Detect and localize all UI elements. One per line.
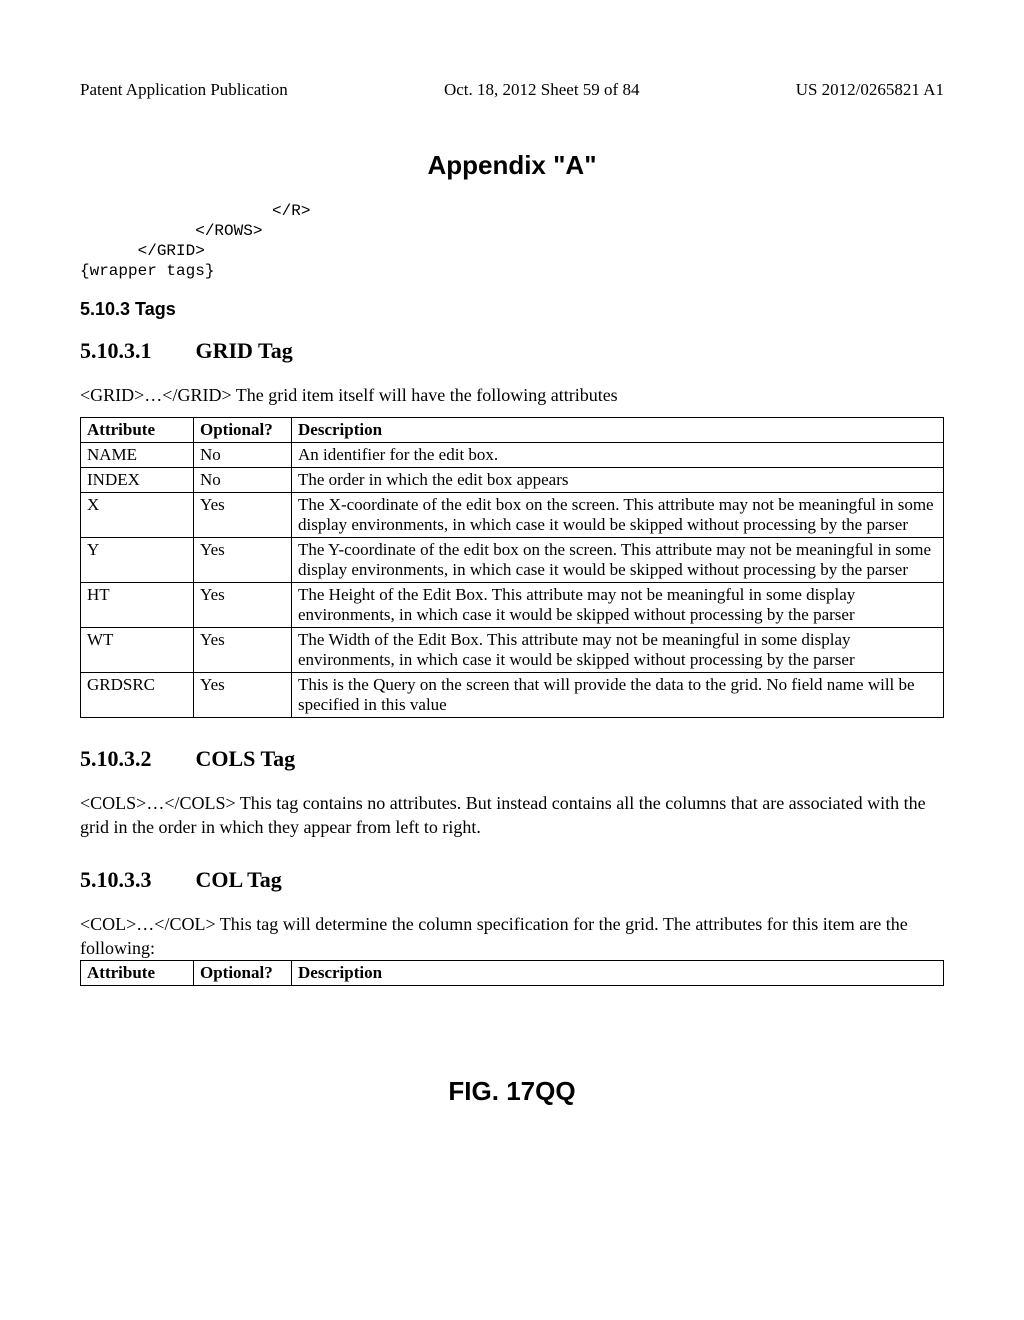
section-5-10-3-tags: 5.10.3 Tags — [80, 299, 944, 320]
cols-tag-paragraph: <COLS>…</COLS> This tag contains no attr… — [80, 792, 944, 839]
page-container: Patent Application Publication Oct. 18, … — [0, 0, 1024, 1147]
cell-attr: X — [81, 493, 194, 538]
section-title: GRID Tag — [196, 338, 293, 363]
cell-attr: NAME — [81, 443, 194, 468]
grid-tag-paragraph: <GRID>…</GRID> The grid item itself will… — [80, 384, 944, 407]
col-header-attribute: Attribute — [81, 960, 194, 985]
col-header-optional: Optional? — [194, 960, 292, 985]
cell-attr: WT — [81, 628, 194, 673]
cell-opt: Yes — [194, 673, 292, 718]
table-row: NAME No An identifier for the edit box. — [81, 443, 944, 468]
cell-desc: The Y-coordinate of the edit box on the … — [292, 538, 944, 583]
cell-opt: Yes — [194, 628, 292, 673]
table-row: INDEX No The order in which the edit box… — [81, 468, 944, 493]
cell-desc: The Width of the Edit Box. This attribut… — [292, 628, 944, 673]
col-attributes-table: Attribute Optional? Description — [80, 960, 944, 986]
cell-attr: INDEX — [81, 468, 194, 493]
table-row: GRDSRC Yes This is the Query on the scre… — [81, 673, 944, 718]
cell-opt: Yes — [194, 583, 292, 628]
cell-attr: HT — [81, 583, 194, 628]
section-number: 5.10.3.1 — [80, 338, 190, 364]
cell-desc: An identifier for the edit box. — [292, 443, 944, 468]
cell-desc: The X-coordinate of the edit box on the … — [292, 493, 944, 538]
section-5-10-3-2-cols-tag: 5.10.3.2 COLS Tag — [80, 746, 944, 772]
col-header-description: Description — [292, 418, 944, 443]
col-header-attribute: Attribute — [81, 418, 194, 443]
col-tag-paragraph: <COL>…</COL> This tag will determine the… — [80, 913, 944, 960]
cell-opt: Yes — [194, 538, 292, 583]
header-right: US 2012/0265821 A1 — [796, 80, 944, 100]
table-header-row: Attribute Optional? Description — [81, 418, 944, 443]
cell-desc: The Height of the Edit Box. This attribu… — [292, 583, 944, 628]
col-header-description: Description — [292, 960, 944, 985]
header-center: Oct. 18, 2012 Sheet 59 of 84 — [444, 80, 639, 100]
appendix-title: Appendix "A" — [80, 150, 944, 181]
col-header-optional: Optional? — [194, 418, 292, 443]
section-5-10-3-1-grid-tag: 5.10.3.1 GRID Tag — [80, 338, 944, 364]
section-5-10-3-3-col-tag: 5.10.3.3 COL Tag — [80, 867, 944, 893]
cell-opt: No — [194, 468, 292, 493]
cell-opt: Yes — [194, 493, 292, 538]
figure-label: FIG. 17QQ — [80, 1076, 944, 1107]
code-snippet: </R> </ROWS> </GRID> {wrapper tags} — [80, 201, 944, 281]
grid-attributes-table: Attribute Optional? Description NAME No … — [80, 417, 944, 718]
cell-desc: The order in which the edit box appears — [292, 468, 944, 493]
cell-opt: No — [194, 443, 292, 468]
cell-attr: Y — [81, 538, 194, 583]
table-row: Y Yes The Y-coordinate of the edit box o… — [81, 538, 944, 583]
table-header-row: Attribute Optional? Description — [81, 960, 944, 985]
page-header: Patent Application Publication Oct. 18, … — [80, 80, 944, 100]
section-number: 5.10.3.2 — [80, 746, 190, 772]
section-title: COLS Tag — [196, 746, 296, 771]
cell-desc: This is the Query on the screen that wil… — [292, 673, 944, 718]
table-row: HT Yes The Height of the Edit Box. This … — [81, 583, 944, 628]
section-title: COL Tag — [196, 867, 282, 892]
table-row: WT Yes The Width of the Edit Box. This a… — [81, 628, 944, 673]
section-number: 5.10.3.3 — [80, 867, 190, 893]
cell-attr: GRDSRC — [81, 673, 194, 718]
header-left: Patent Application Publication — [80, 80, 288, 100]
table-row: X Yes The X-coordinate of the edit box o… — [81, 493, 944, 538]
